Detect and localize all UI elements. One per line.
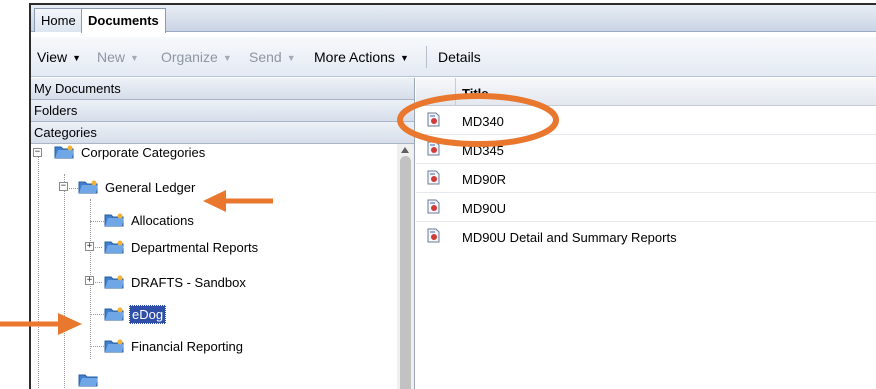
arrow-to-general-ledger [203,190,273,212]
highlight-circle [397,93,559,147]
annotation-overlay [0,93,559,335]
arrow-to-edog [0,313,82,335]
